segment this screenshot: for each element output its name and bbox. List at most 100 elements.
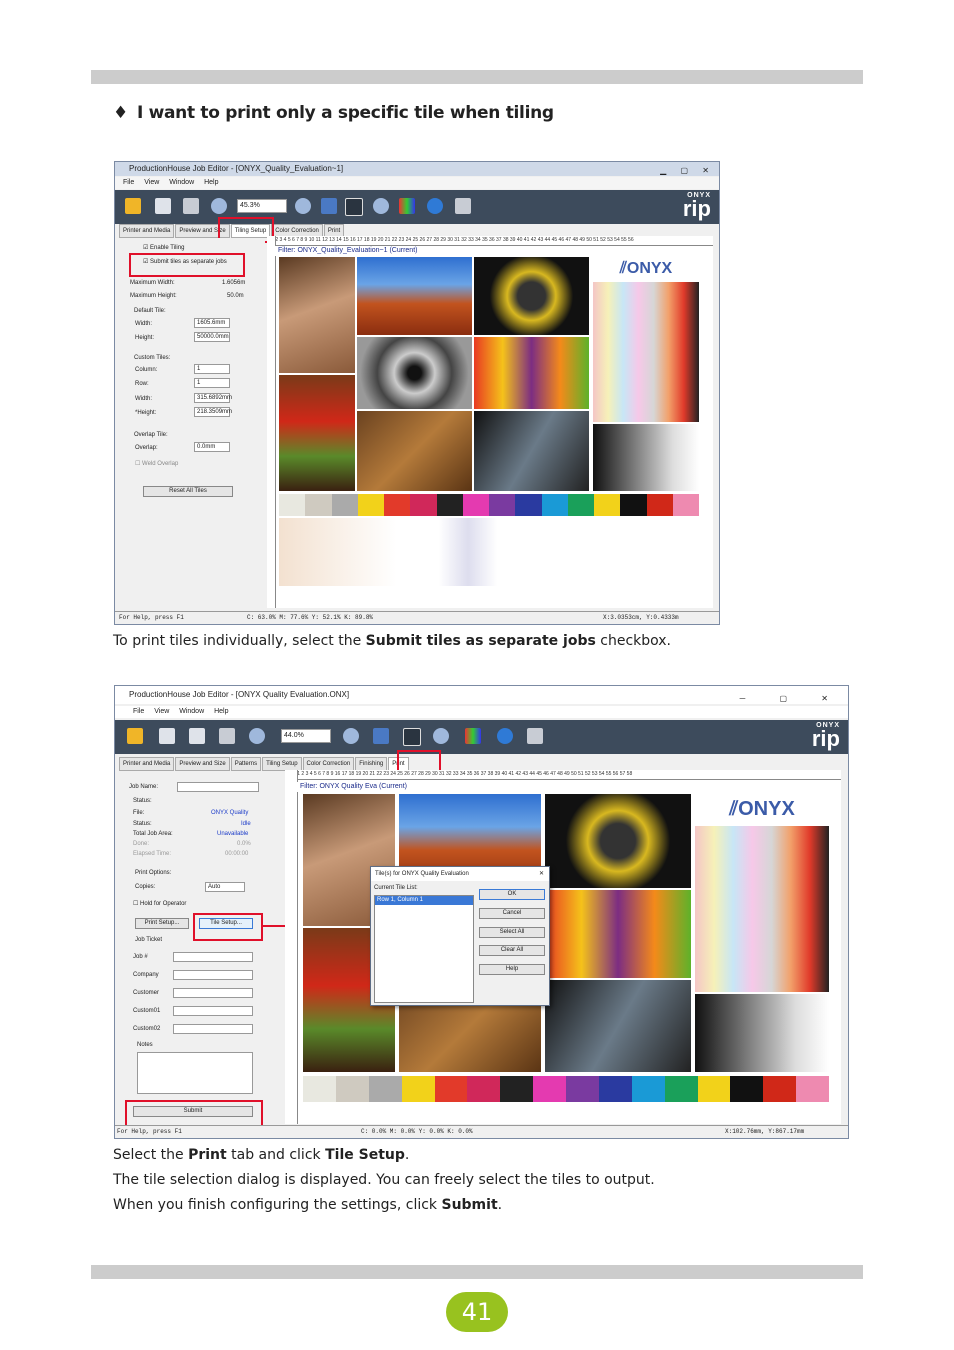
status-help: For Help, press F1 bbox=[119, 614, 184, 621]
printer-output-icon[interactable] bbox=[527, 728, 543, 744]
save-icon[interactable] bbox=[189, 728, 205, 744]
menu-file[interactable]: File bbox=[123, 179, 134, 186]
tab-tiling-setup[interactable]: Tiling Setup bbox=[262, 757, 302, 771]
max-width-label: Maximum Width: bbox=[130, 280, 175, 286]
section-heading: ♦ I want to print only a specific tile wh… bbox=[113, 103, 554, 123]
dialog-cancel-button[interactable]: Cancel bbox=[479, 908, 545, 919]
open-folder-icon[interactable] bbox=[125, 198, 141, 214]
menu-view[interactable]: View bbox=[154, 708, 169, 715]
horizontal-ruler: cm 0 1 2 3 4 5 6 7 8 9 16 17 18 19 20 21… bbox=[285, 770, 841, 780]
zoom-select[interactable]: 45.3% bbox=[237, 199, 287, 213]
open-folder-icon[interactable] bbox=[127, 728, 143, 744]
status-header: Status: bbox=[133, 798, 152, 804]
info-icon[interactable] bbox=[427, 198, 443, 214]
crop-icon[interactable] bbox=[403, 728, 421, 746]
color-columns-image bbox=[695, 826, 829, 992]
job-number-field[interactable] bbox=[173, 952, 253, 962]
fruit-image bbox=[474, 337, 589, 409]
magnify-icon[interactable] bbox=[433, 728, 449, 744]
customer-field[interactable] bbox=[173, 988, 253, 998]
enable-tiling-checkbox[interactable]: ☑ Enable Tiling bbox=[143, 244, 184, 251]
print-icon[interactable] bbox=[219, 728, 235, 744]
job-name-field[interactable] bbox=[177, 782, 259, 792]
zoom-select[interactable]: 44.0% bbox=[281, 729, 331, 743]
highlight-submit-tiles bbox=[129, 253, 245, 277]
status-label: Status: bbox=[133, 821, 152, 827]
notes-label: Notes bbox=[137, 1042, 153, 1048]
menu-bar: File View Window Help bbox=[115, 706, 848, 718]
page-icon[interactable] bbox=[321, 198, 337, 214]
dialog-close-icon[interactable]: ✕ bbox=[539, 867, 544, 881]
dialog-help-button[interactable]: Help bbox=[479, 964, 545, 975]
fruit-image bbox=[545, 890, 691, 978]
page-icon[interactable] bbox=[373, 728, 389, 744]
caption-1: To print tiles individually, select the … bbox=[113, 633, 672, 649]
print-setup-button[interactable]: Print Setup... bbox=[135, 918, 189, 929]
color-swatch-strip bbox=[279, 494, 699, 516]
menu-window[interactable]: Window bbox=[169, 179, 194, 186]
dialog-clear-all-button[interactable]: Clear All bbox=[479, 945, 545, 956]
notes-field[interactable] bbox=[137, 1052, 253, 1094]
status-coordinates: X:102.76mm, Y:867.17mm bbox=[725, 1128, 805, 1135]
custom-width-field[interactable]: 315.6892mm bbox=[194, 393, 232, 403]
zoom-icon[interactable] bbox=[211, 198, 227, 214]
status-value: Idle bbox=[241, 821, 251, 827]
preview-canvas[interactable]: cm 0 1 2 3 4 5 6 7 8 9 16 17 18 19 20 21… bbox=[285, 770, 841, 1124]
custom02-field[interactable] bbox=[173, 1024, 253, 1034]
menu-window[interactable]: Window bbox=[179, 708, 204, 715]
menu-help[interactable]: Help bbox=[204, 179, 218, 186]
onyx-print-logo: ⫽ONYX bbox=[593, 257, 699, 281]
copies-field[interactable]: Auto bbox=[205, 882, 245, 892]
custom01-field[interactable] bbox=[173, 1006, 253, 1016]
grayscale-chart bbox=[593, 424, 699, 491]
dialog-ok-button[interactable]: OK bbox=[479, 889, 545, 900]
company-field[interactable] bbox=[173, 970, 253, 980]
car-interior-image bbox=[474, 257, 589, 335]
tab-printer-and-media[interactable]: Printer and Media bbox=[119, 224, 175, 238]
menu-bar: File View Window Help bbox=[115, 177, 719, 189]
page-number-badge: 41 bbox=[446, 1292, 508, 1332]
info-icon[interactable] bbox=[497, 728, 513, 744]
save-icon[interactable] bbox=[155, 198, 171, 214]
tile-listbox[interactable]: Row 1, Column 1 bbox=[374, 895, 474, 1003]
menu-file[interactable]: File bbox=[133, 708, 144, 715]
zoom-icon[interactable] bbox=[249, 728, 265, 744]
overlap-field[interactable]: 0.0mm bbox=[194, 442, 230, 452]
color-grid-icon[interactable] bbox=[399, 198, 415, 214]
magnify-icon[interactable] bbox=[373, 198, 389, 214]
custom-tiles-label: Custom Tiles: bbox=[134, 355, 171, 361]
column-field[interactable]: 1 bbox=[194, 364, 230, 374]
max-width-value: 1.6056m bbox=[222, 280, 246, 286]
preview-canvas[interactable]: 0 1 2 3 4 5 6 7 8 9 10 11 12 13 14 15 16… bbox=[267, 236, 713, 608]
tab-preview-and-size[interactable]: Preview and Size bbox=[175, 757, 230, 771]
tab-patterns[interactable]: Patterns bbox=[230, 757, 262, 771]
print-options-label: Print Options: bbox=[135, 870, 172, 876]
hold-operator-checkbox[interactable]: ☐ Hold for Operator bbox=[133, 900, 186, 907]
width-label: Width: bbox=[135, 321, 153, 327]
default-width-field[interactable]: 1605.6mm bbox=[194, 318, 230, 328]
weld-overlap-checkbox[interactable]: ☐ Weld Overlap bbox=[135, 460, 178, 467]
tab-printer-and-media[interactable]: Printer and Media bbox=[119, 757, 175, 771]
filter-label: Filter: ONYX_Quality_Evaluation~1 (Curre… bbox=[275, 246, 708, 256]
tab-color-correction[interactable]: Color Correction bbox=[302, 757, 355, 771]
checklist-icon[interactable] bbox=[159, 728, 175, 744]
menu-view[interactable]: View bbox=[144, 179, 159, 186]
default-height-field[interactable]: 50000.0mm bbox=[194, 332, 230, 342]
printer-output-icon[interactable] bbox=[455, 198, 471, 214]
row-field[interactable]: 1 bbox=[194, 378, 230, 388]
print-panel: Job Name: Status: File: ONYX Quality Sta… bbox=[119, 774, 267, 1126]
dialog-select-all-button[interactable]: Select All bbox=[479, 927, 545, 938]
onyx-rip-logo: ONYX rip bbox=[811, 722, 840, 751]
custom-height-field[interactable]: 218.3509mm bbox=[194, 407, 232, 417]
window-controls[interactable]: ▁ ▢ ✕ bbox=[660, 164, 715, 178]
menu-help[interactable]: Help bbox=[214, 708, 228, 715]
color-grid-icon[interactable] bbox=[465, 728, 481, 744]
zoom-in-icon[interactable] bbox=[343, 728, 359, 744]
woman-hair-image bbox=[545, 980, 691, 1072]
tab-finishing[interactable]: Finishing bbox=[355, 757, 388, 771]
crop-icon[interactable] bbox=[345, 198, 363, 216]
print-icon[interactable] bbox=[183, 198, 199, 214]
zoom-in-icon[interactable] bbox=[295, 198, 311, 214]
reset-all-tiles-button[interactable]: Reset All Tiles bbox=[143, 486, 233, 497]
tile-list-item[interactable]: Row 1, Column 1 bbox=[375, 896, 473, 905]
